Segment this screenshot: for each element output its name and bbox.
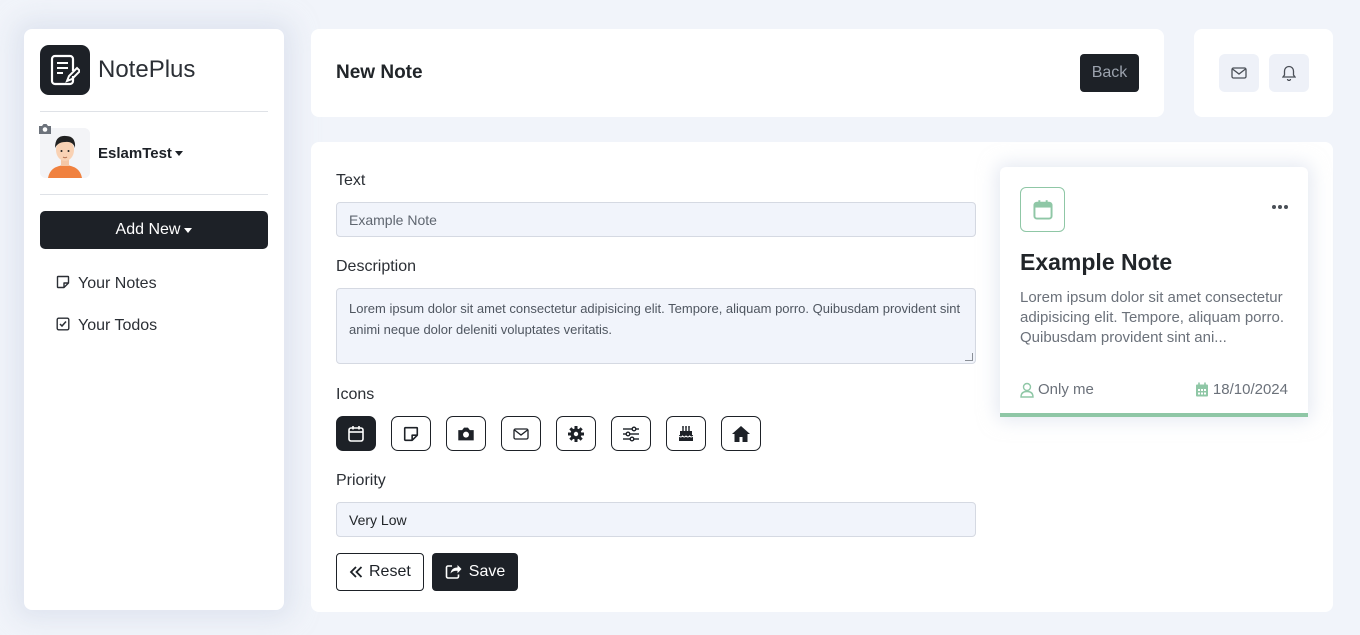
envelope-icon [513, 427, 529, 440]
icon-option-home[interactable] [721, 416, 761, 451]
sticky-note-icon [403, 426, 419, 441]
resize-handle-icon[interactable] [965, 353, 973, 361]
main-panel: Text Example Note Description Lorem ipsu… [311, 142, 1333, 612]
page-title: New Note [336, 62, 423, 83]
page-header: New Note Back [311, 29, 1164, 117]
icon-option-sticky-note[interactable] [391, 416, 431, 451]
bell-icon[interactable] [1268, 54, 1309, 92]
chevrons-left-icon [349, 566, 363, 578]
calendar-icon [348, 425, 364, 442]
icon-option-sliders[interactable] [611, 416, 651, 451]
card-title: Example Note [1020, 249, 1173, 275]
brand-name: NotePlus [98, 56, 196, 83]
note-form: Text Example Note Description Lorem ipsu… [336, 172, 976, 591]
add-new-label: Add New [115, 221, 181, 238]
date-label: 18/10/2024 [1212, 381, 1288, 398]
sliders-icon [623, 426, 639, 441]
sidebar-item-your-notes[interactable]: Your Notes [40, 263, 268, 305]
calendar-icon [1020, 187, 1065, 232]
description-value: Lorem ipsum dolor sit amet consectetur a… [349, 301, 961, 337]
share-icon [445, 565, 462, 579]
icon-option-cake[interactable] [666, 416, 706, 451]
reset-button[interactable]: Reset [336, 553, 424, 591]
user-menu-toggle[interactable]: EslamTest [98, 145, 183, 162]
priority-value: Very Low [349, 511, 407, 528]
icon-option-calendar[interactable] [336, 416, 376, 451]
cake-icon [678, 425, 694, 441]
save-button[interactable]: Save [431, 553, 519, 591]
camera-icon[interactable] [38, 122, 52, 140]
envelope-icon[interactable] [1218, 54, 1259, 92]
description-label: Description [336, 258, 417, 275]
card-footer: Only me 18/10/2024 [1020, 381, 1288, 398]
user-icon [1020, 382, 1034, 398]
sidebar-item-label: Your Todos [78, 317, 158, 334]
more-options-icon[interactable] [1272, 205, 1288, 209]
gear-icon [568, 425, 584, 442]
noteplus-logo-icon [40, 45, 90, 95]
visibility: Only me [1020, 381, 1094, 398]
caret-down-icon [184, 227, 193, 233]
header-actions [1194, 29, 1333, 117]
back-button[interactable]: Back [1080, 54, 1139, 92]
brand[interactable]: NotePlus [40, 45, 268, 112]
checkbox-icon [56, 317, 70, 336]
note-date: 18/10/2024 [1195, 381, 1288, 398]
text-input-placeholder: Example Note [349, 211, 437, 228]
text-label: Text [336, 172, 366, 189]
note-preview-card[interactable]: Example Note Lorem ipsum dolor sit amet … [1000, 167, 1308, 417]
icon-picker [336, 416, 976, 451]
icon-option-camera[interactable] [446, 416, 486, 451]
card-description: Lorem ipsum dolor sit amet consectetur a… [1020, 289, 1285, 346]
sidebar-item-your-todos[interactable]: Your Todos [40, 305, 268, 347]
user-profile: EslamTest [38, 112, 268, 195]
visibility-label: Only me [1038, 381, 1094, 398]
sidebar-item-label: Your Notes [78, 275, 157, 292]
add-new-button[interactable]: Add New [40, 211, 268, 249]
save-label: Save [468, 563, 506, 580]
icon-option-gear[interactable] [556, 416, 596, 451]
priority-accent-bar [1000, 413, 1308, 417]
description-textarea[interactable]: Lorem ipsum dolor sit amet consectetur a… [336, 288, 976, 364]
calendar-icon [1195, 382, 1208, 397]
user-name: EslamTest [98, 144, 172, 162]
sidebar-nav: Your Notes Your Todos [40, 263, 268, 347]
sticky-note-icon [56, 275, 70, 294]
priority-label: Priority [336, 472, 386, 489]
priority-select[interactable]: Very Low [336, 502, 976, 537]
form-actions: Reset Save [336, 553, 976, 591]
text-input[interactable]: Example Note [336, 202, 976, 237]
icon-option-envelope[interactable] [501, 416, 541, 451]
sidebar: NotePlus EslamTest Add New Your Notes Yo… [24, 29, 284, 610]
reset-label: Reset [369, 563, 411, 580]
home-icon [732, 425, 750, 442]
icons-label: Icons [336, 386, 375, 403]
caret-down-icon [174, 150, 183, 156]
camera-icon [458, 427, 474, 440]
